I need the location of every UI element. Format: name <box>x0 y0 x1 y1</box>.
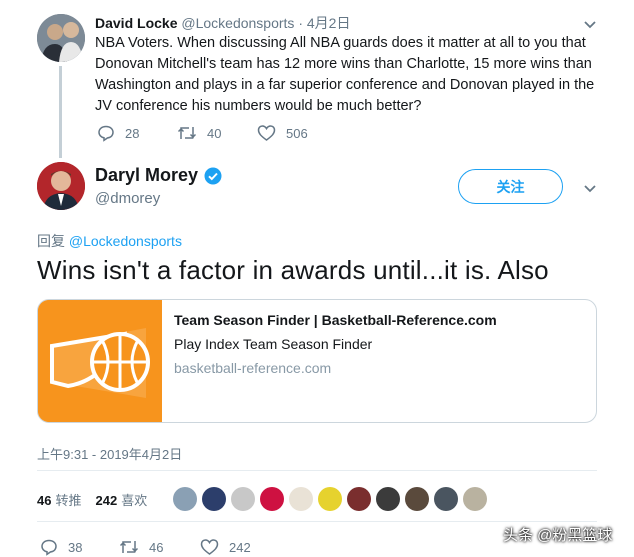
retweets-stat-label: 转推 <box>55 493 82 508</box>
follow-button[interactable]: 关注 <box>458 169 563 204</box>
retweet-action[interactable]: 40 <box>177 124 221 142</box>
likers-avatars <box>173 487 492 511</box>
liker-avatar[interactable] <box>260 487 284 511</box>
reply-icon <box>98 125 114 142</box>
liker-avatar[interactable] <box>231 487 255 511</box>
liker-avatar[interactable] <box>463 487 487 511</box>
author-name-row: Daryl Morey <box>95 165 222 186</box>
likes-stat-label: 喜欢 <box>121 493 148 508</box>
tweet-text: NBA Voters. When discussing All NBA guar… <box>95 35 595 114</box>
card-body: Team Season Finder | Basketball-Referenc… <box>162 300 497 422</box>
liker-avatar[interactable] <box>318 487 342 511</box>
likes-stat[interactable]: 242 喜欢 <box>95 490 147 509</box>
mention-link[interactable]: @Lockedonsports <box>69 233 182 249</box>
separator: · <box>298 15 303 31</box>
avatar[interactable] <box>37 14 85 62</box>
verified-badge-icon <box>204 167 222 184</box>
parent-tweet[interactable]: David Locke @Lockedonsports · 4月2日 NBA V… <box>0 0 634 158</box>
replying-to-label: 回复 <box>37 233 65 249</box>
liker-avatar[interactable] <box>347 487 371 511</box>
liker-avatar[interactable] <box>202 487 226 511</box>
liker-avatar[interactable] <box>173 487 197 511</box>
basketball-logo-icon <box>38 300 162 422</box>
retweet-icon <box>177 127 197 139</box>
reply-count: 28 <box>125 125 140 141</box>
retweet-action[interactable]: 46 <box>119 538 163 556</box>
reply-icon <box>41 539 57 556</box>
retweet-count: 40 <box>207 125 222 141</box>
retweets-stat[interactable]: 46 转推 <box>37 490 81 509</box>
tweet-text: Wins isn't a factor in awards until...it… <box>37 255 549 285</box>
like-action[interactable]: 506 <box>257 124 308 142</box>
card-image <box>38 300 162 422</box>
heart-icon <box>200 539 219 555</box>
like-count: 506 <box>286 125 308 141</box>
liker-avatar[interactable] <box>434 487 458 511</box>
author-handle[interactable]: @Lockedonsports <box>181 15 294 31</box>
tweet-timestamp[interactable]: 上午9:31 - 2019年4月2日 <box>37 444 182 463</box>
tweet-date[interactable]: 4月2日 <box>307 15 351 31</box>
divider <box>37 470 597 471</box>
tweet-stats: 46 转推 242 喜欢 <box>37 490 161 509</box>
reply-action[interactable]: 28 <box>97 124 139 142</box>
liker-avatar[interactable] <box>405 487 429 511</box>
heart-icon <box>257 125 276 141</box>
retweet-count: 46 <box>149 539 164 555</box>
liker-avatar[interactable] <box>289 487 313 511</box>
author-name[interactable]: Daryl Morey <box>95 165 198 186</box>
author-handle[interactable]: @dmorey <box>95 190 160 207</box>
card-title[interactable]: Team Season Finder | Basketball-Referenc… <box>174 312 497 328</box>
chevron-down-icon[interactable] <box>582 16 598 32</box>
avatar[interactable] <box>37 162 85 210</box>
link-card[interactable]: Team Season Finder | Basketball-Referenc… <box>37 299 597 423</box>
thread-line <box>59 66 62 158</box>
tweet-header: David Locke @Lockedonsports · 4月2日 <box>95 13 350 33</box>
liker-avatar[interactable] <box>376 487 400 511</box>
retweets-stat-count: 46 <box>37 493 52 508</box>
replying-to: 回复 @Lockedonsports <box>37 231 182 251</box>
like-count: 242 <box>229 539 251 555</box>
reply-action[interactable]: 38 <box>40 538 82 556</box>
retweet-icon <box>119 541 139 553</box>
like-action[interactable]: 242 <box>200 538 251 556</box>
chevron-down-icon[interactable] <box>582 180 598 196</box>
divider <box>37 521 597 522</box>
card-domain: basketball-reference.com <box>174 360 332 376</box>
likes-stat-count: 242 <box>95 493 118 508</box>
card-description: Play Index Team Season Finder <box>174 336 373 352</box>
reply-count: 38 <box>68 539 83 555</box>
author-name[interactable]: David Locke <box>95 15 177 31</box>
watermark: 头条 @粉黑篮球 <box>503 527 613 544</box>
